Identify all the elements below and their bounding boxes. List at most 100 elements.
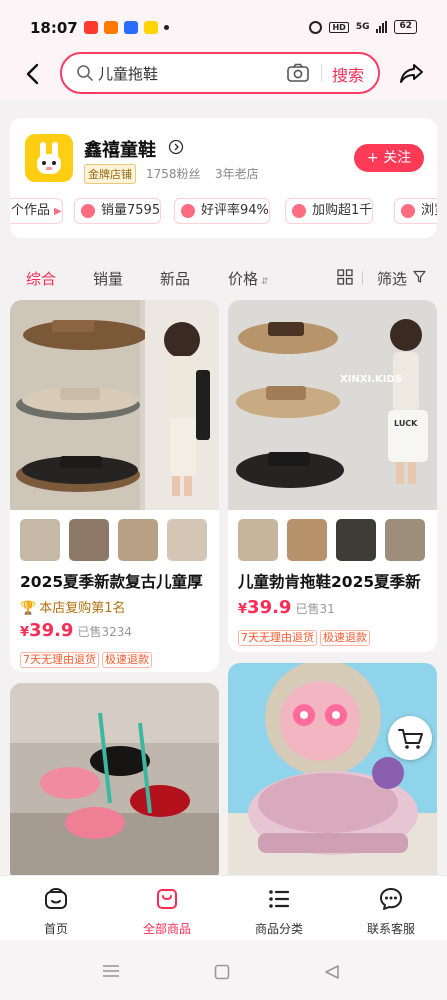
app-notification-icon [84,21,98,34]
bag-icon [157,889,177,909]
search-icon [77,65,93,81]
service-tags: 7天无理由退货 极速退款 [20,648,155,668]
shop-stats-chips: 个作品▶ 销量7595 好评率94% 加购超1千 浏览 [10,198,437,224]
tab-price[interactable]: 价格 ⇵ [228,268,269,289]
thumbnail[interactable] [336,519,376,561]
nav-categories[interactable]: 商品分类 [234,886,324,937]
search-button[interactable]: 搜索 [332,62,364,86]
product-image[interactable] [228,663,437,883]
more-notifications-icon [164,25,169,30]
nav-all-products[interactable]: 全部商品 [122,886,212,937]
tab-sales[interactable]: 销量 [93,268,123,289]
shop-logo[interactable] [25,134,73,182]
product-card[interactable] [10,683,219,883]
chevron-right-icon: ▶ [54,206,62,217]
repurchase-rank: 🏆 本店复购第1名 [20,601,126,616]
chevron-right-icon[interactable] [168,139,184,155]
cart-button[interactable] [388,716,432,760]
product-thumbnails [20,519,219,561]
divider [321,64,322,82]
follow-button[interactable]: + 关注 [354,144,424,172]
divider [362,271,363,285]
tag: 极速退款 [320,630,370,646]
fans-count: 1758粉丝 [146,167,201,181]
shop-name[interactable]: 鑫禧童鞋 [84,136,156,162]
app-notification-icon [104,21,118,34]
search-box: 搜索 [60,52,380,94]
brand-watermark: XINXI.KIDS [340,374,402,385]
product-card[interactable]: 2025夏季新款复古儿童厚 🏆 本店复购第1名 ¥39.9 已售3234 7天无理由… [10,300,219,672]
chip-cart-adds[interactable]: 加购超1千 [285,198,374,224]
trophy-icon: 🏆 [20,601,37,616]
shop-card: 鑫禧童鞋 金牌店铺 1758粉丝 3年老店 + 关注 个作品 ▶ 销量7595 好… [10,118,437,238]
eye-icon [401,204,415,218]
alarm-icon [309,20,323,34]
hd-icon: HD [329,21,349,33]
product-title[interactable]: 2025夏季新款复古儿童厚 [20,570,210,592]
chip-views[interactable]: 浏览 [394,198,437,224]
app-notification-icon [124,21,138,34]
thumbnail[interactable] [167,519,207,561]
tag: 7天无理由退货 [20,652,99,668]
sold-count: 已售3234 [77,625,133,639]
nav-home[interactable]: 首页 [11,886,101,937]
product-image[interactable]: XINXI.KIDS LUCK [228,300,437,510]
signal-icon [376,21,388,33]
system-status-icons: HD 5G 62 [309,20,417,34]
notification-icons [84,21,169,34]
cart-icon [398,729,423,749]
product-card[interactable]: XINXI.KIDS LUCK 儿童勃肯拖鞋2025夏季新 ¥39.9 已售31 … [228,300,437,652]
grid-view-icon[interactable] [337,269,353,285]
status-bar: 18:07 HD 5G 62 [0,0,447,50]
thumbnail[interactable] [287,519,327,561]
sales-icon [81,204,95,218]
product-card[interactable] [228,663,437,883]
price-value: 39.9 [29,620,74,641]
product-thumbnails [238,519,437,561]
product-image[interactable] [10,683,219,883]
search-header: 搜索 [0,50,447,100]
bag-print: LUCK [394,419,418,428]
back-triangle-icon[interactable] [324,964,340,980]
status-time: 18:07 [30,19,78,37]
chip-rating[interactable]: 好评率94% [174,198,270,224]
sold-count: 已售31 [295,602,335,616]
share-icon[interactable] [399,61,425,85]
thumbnail[interactable] [238,519,278,561]
thumbnail[interactable] [69,519,109,561]
tag: 极速退款 [102,652,152,668]
home-square-icon[interactable] [214,964,230,980]
thumbnail[interactable] [385,519,425,561]
search-input[interactable] [98,61,278,85]
thumbnail[interactable] [118,519,158,561]
chat-icon [380,888,402,910]
product-title[interactable]: 儿童勃肯拖鞋2025夏季新 [238,570,428,592]
menu-icon[interactable] [102,964,120,978]
list-icon [269,890,290,908]
thumbnail[interactable] [20,519,60,561]
camera-icon[interactable] [286,63,310,83]
gold-shop-badge: 金牌店铺 [84,164,136,184]
tab-new[interactable]: 新品 [160,268,190,289]
tag: 7天无理由退货 [238,630,317,646]
product-price: ¥39.9 已售31 [238,597,335,618]
filter-icon[interactable] [413,270,426,283]
price-value: 39.9 [247,597,292,618]
bunny-logo-icon [37,142,61,174]
product-price: ¥39.9 已售3234 [20,620,133,641]
bottom-nav: 首页 全部商品 商品分类 联系客服 [0,875,447,940]
sort-arrows-icon: ⇵ [261,277,269,287]
chip-works[interactable]: 个作品 ▶ [10,198,63,224]
back-arrow-icon[interactable] [22,62,46,86]
home-icon [45,888,67,909]
battery-icon: 62 [394,20,417,34]
chip-sales[interactable]: 销量7595 [74,198,162,224]
app-notification-icon [144,21,158,34]
network-label: 5G [355,22,370,32]
product-image[interactable] [10,300,219,510]
system-nav-bar [0,940,447,1000]
service-tags: 7天无理由退货 极速退款 [238,626,373,646]
filter-button[interactable]: 筛选 [377,268,407,289]
nav-customer-service[interactable]: 联系客服 [346,886,436,937]
tab-comprehensive[interactable]: 综合 [26,268,56,289]
